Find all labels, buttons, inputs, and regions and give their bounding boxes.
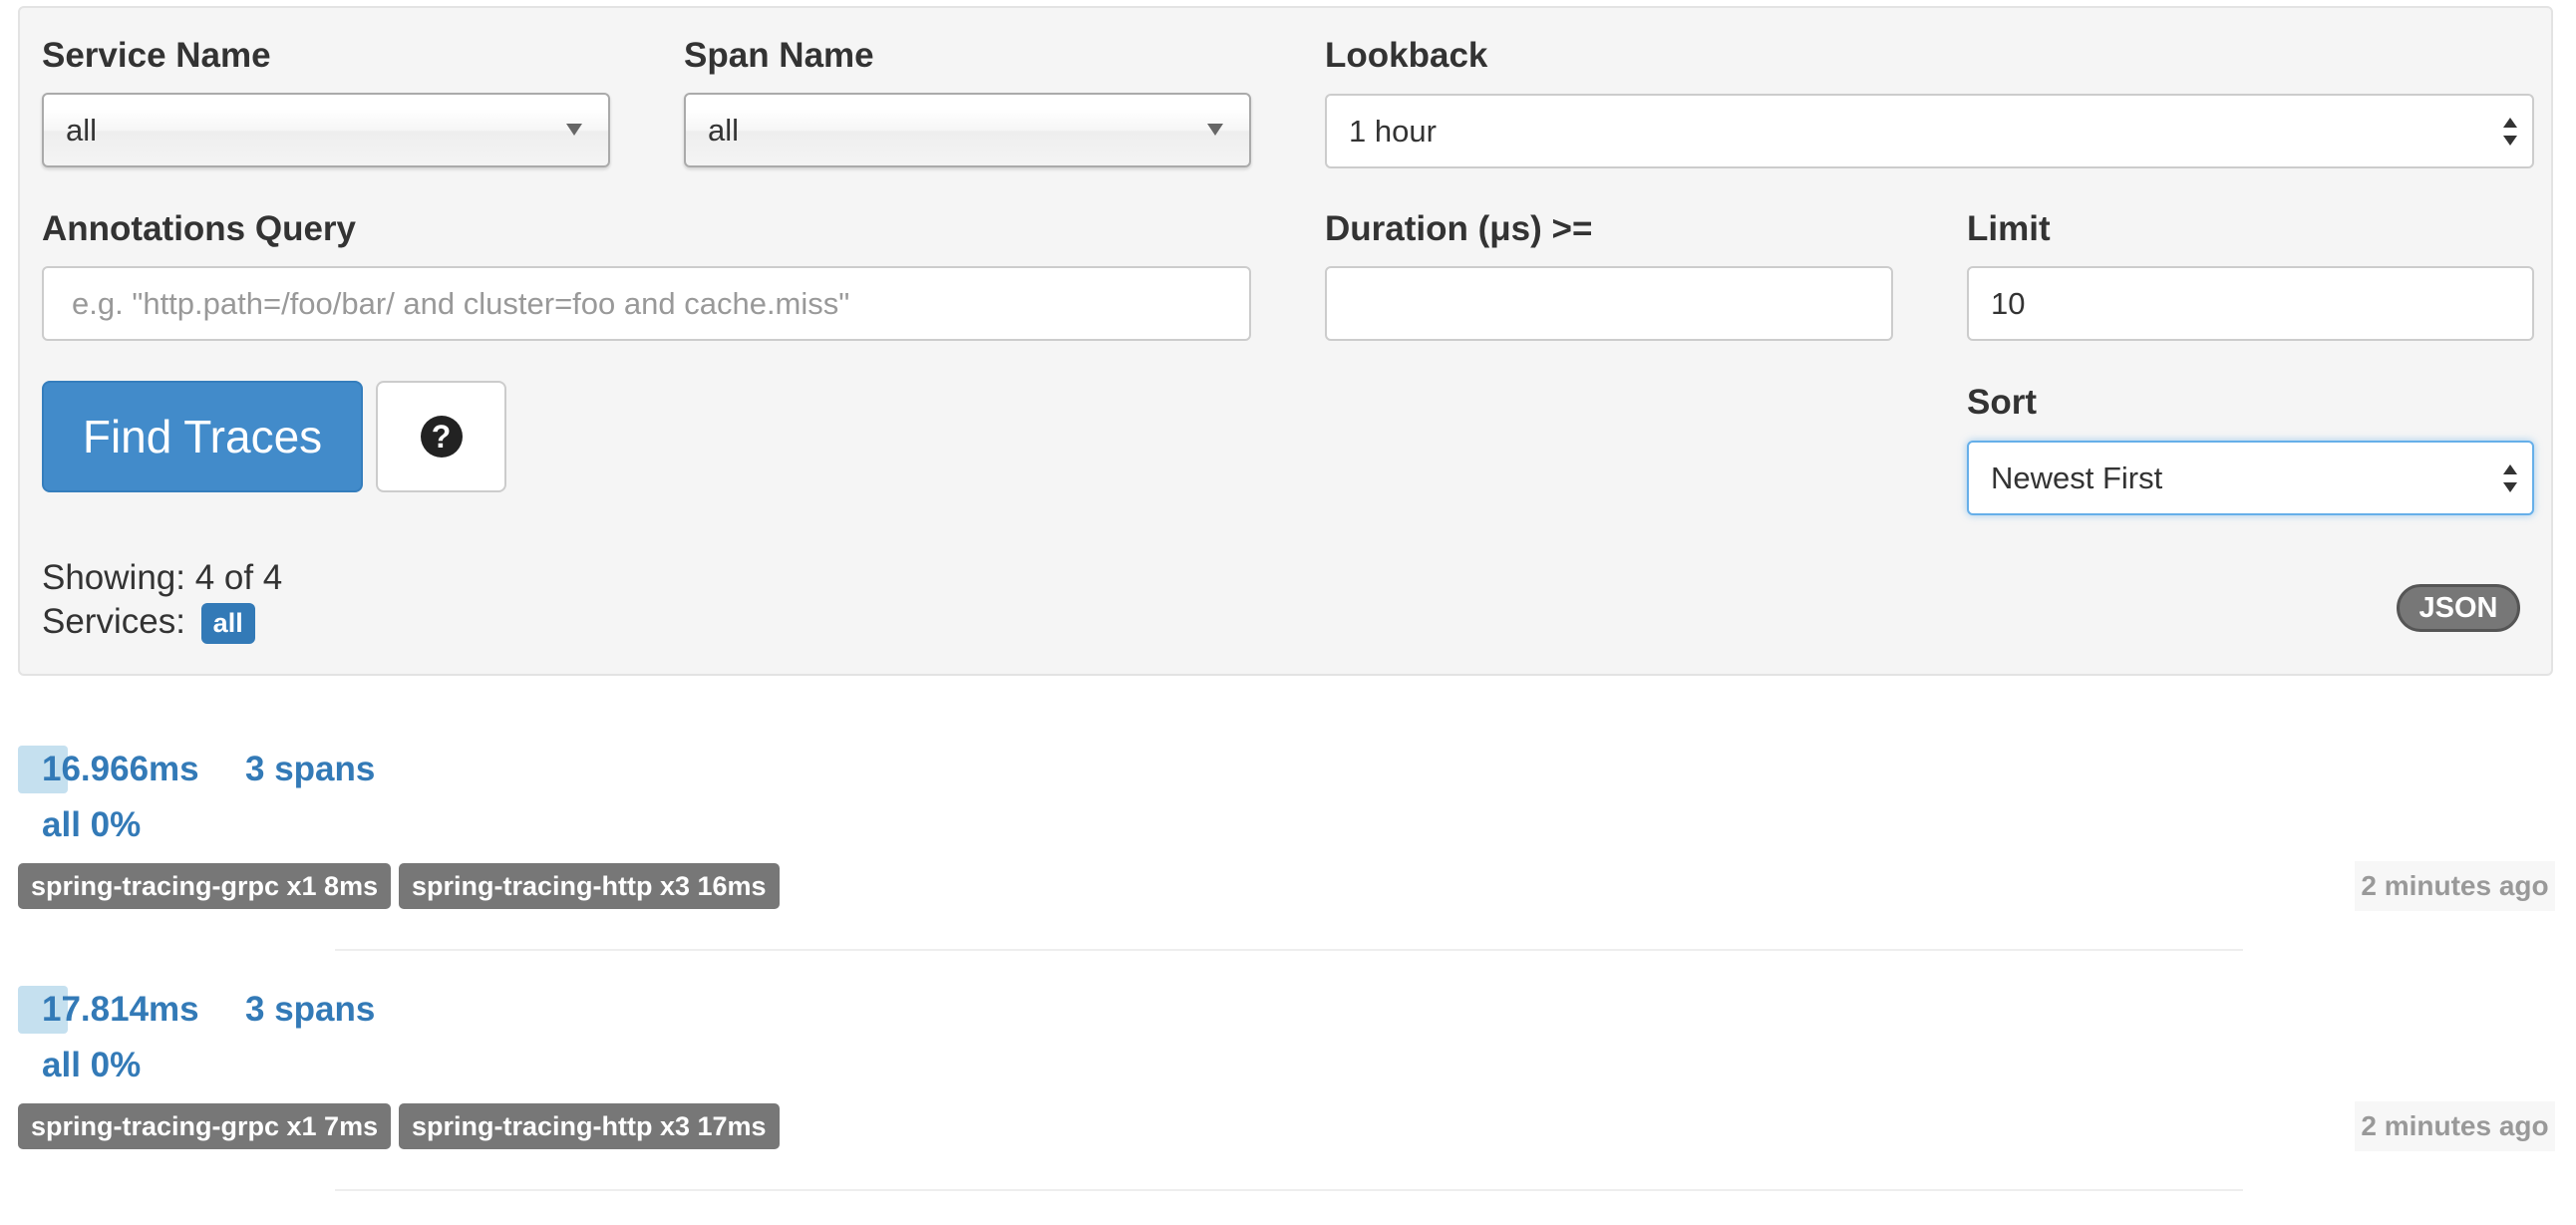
service-tag[interactable]: spring-tracing-grpc x1 7ms <box>18 1103 392 1149</box>
duration-input[interactable] <box>1325 266 1893 341</box>
services-label: Services: <box>42 602 185 641</box>
services-summary: Services: all <box>42 602 255 645</box>
chevron-down-icon <box>566 123 582 136</box>
select-arrows-icon <box>2502 117 2518 146</box>
service-tag[interactable]: spring-tracing-grpc x1 8ms <box>18 863 392 909</box>
trace-span-count[interactable]: 3 spans <box>245 990 375 1030</box>
limit-input[interactable]: 10 <box>1967 266 2534 341</box>
span-name-value: all <box>708 112 740 148</box>
service-name-value: all <box>66 112 98 148</box>
showing-count: Showing: 4 of 4 <box>42 558 283 597</box>
trace-duration[interactable]: 17.814ms <box>42 990 199 1030</box>
annotations-query-input[interactable]: e.g. "http.path=/foo/bar/ and cluster=fo… <box>42 266 1251 341</box>
trace-duration[interactable]: 16.966ms <box>42 750 199 789</box>
trace-timestamp: 2 minutes ago <box>2355 1101 2555 1151</box>
select-arrows-icon <box>2502 463 2518 492</box>
limit-label: Limit <box>1967 209 2051 248</box>
trace-service-percentage[interactable]: all 0% <box>42 1046 141 1085</box>
service-tag[interactable]: spring-tracing-http x3 17ms <box>399 1103 780 1149</box>
trace-row[interactable]: 17.814ms 3 spans all 0% spring-tracing-g… <box>0 986 2576 1225</box>
row-divider <box>335 949 2243 951</box>
lookback-value: 1 hour <box>1349 113 1437 149</box>
trace-service-percentage[interactable]: all 0% <box>42 805 141 845</box>
help-button[interactable]: ? <box>376 381 506 492</box>
duration-label: Duration (μs) >= <box>1325 209 1593 248</box>
service-name-select[interactable]: all <box>42 93 610 167</box>
lookback-label: Lookback <box>1325 36 1488 75</box>
lookback-select[interactable]: 1 hour <box>1325 94 2534 168</box>
trace-row[interactable]: 16.966ms 3 spans all 0% spring-tracing-g… <box>0 746 2576 985</box>
trace-span-count[interactable]: 3 spans <box>245 750 375 789</box>
row-divider <box>335 1189 2243 1191</box>
find-traces-button[interactable]: Find Traces <box>42 381 363 492</box>
sort-value: Newest First <box>1991 459 2163 495</box>
span-name-select[interactable]: all <box>684 93 1251 167</box>
trace-timestamp: 2 minutes ago <box>2355 861 2555 911</box>
annotations-query-label: Annotations Query <box>42 209 357 248</box>
service-badge[interactable]: all <box>200 603 255 645</box>
span-name-label: Span Name <box>684 36 874 75</box>
service-name-label: Service Name <box>42 36 271 75</box>
service-tag[interactable]: spring-tracing-http x3 16ms <box>399 863 780 909</box>
sort-select[interactable]: Newest First <box>1967 441 2534 515</box>
json-button[interactable]: JSON <box>2397 584 2520 632</box>
question-circle-icon: ? <box>420 416 463 458</box>
chevron-down-icon <box>1207 123 1223 136</box>
sort-label: Sort <box>1967 383 2037 422</box>
